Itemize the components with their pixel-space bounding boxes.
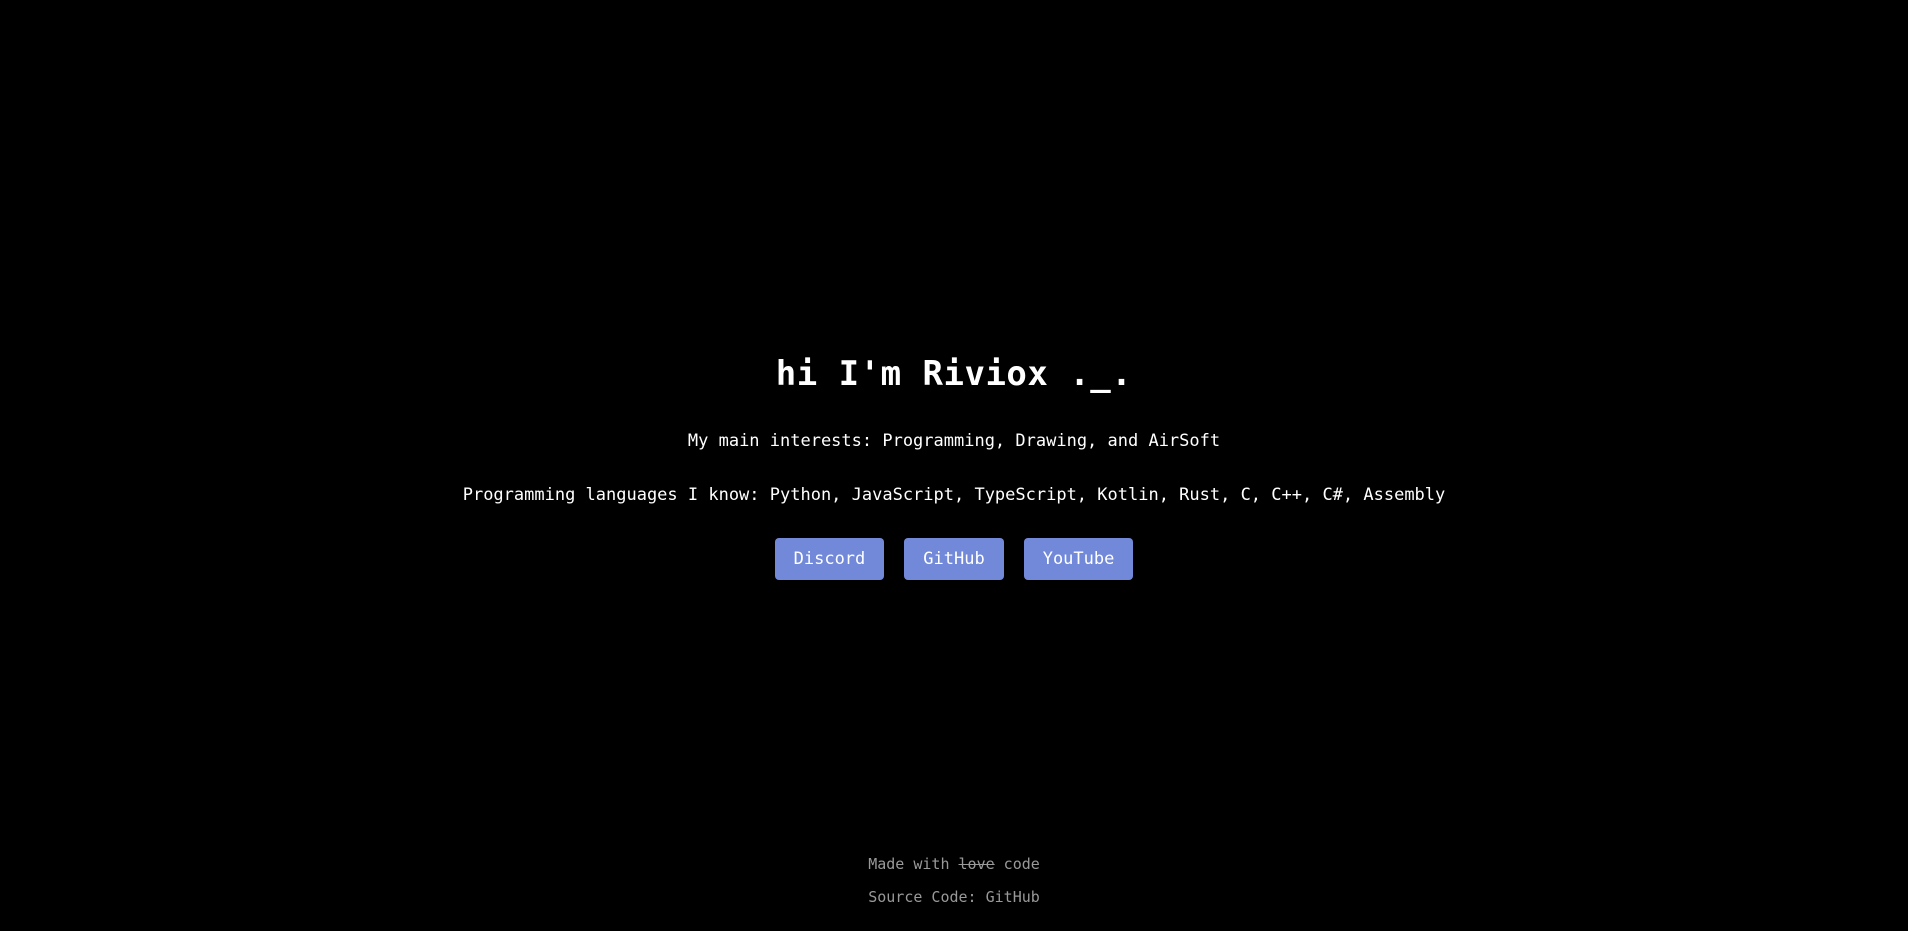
made-with-text: Made with love code <box>0 852 1908 876</box>
languages-text: Programming languages I know: Python, Ja… <box>462 485 1446 505</box>
made-with-suffix: code <box>994 855 1040 873</box>
github-button[interactable]: GitHub <box>904 538 1004 580</box>
struck-word: love <box>958 855 995 873</box>
discord-button[interactable]: Discord <box>774 538 885 580</box>
social-buttons: Discord GitHub YouTube <box>0 538 1908 580</box>
source-code-link[interactable]: GitHub <box>986 888 1040 906</box>
hero-section: hi I'm Riviox ._. My main interests: Pro… <box>0 350 1908 580</box>
source-code-text: Source Code: GitHub <box>0 885 1908 909</box>
youtube-button[interactable]: YouTube <box>1023 538 1134 580</box>
source-code-label: Source Code: <box>868 888 986 906</box>
interests-text: My main interests: Programming, Drawing,… <box>687 431 1221 451</box>
made-with-prefix: Made with <box>868 855 959 873</box>
page-title: hi I'm Riviox ._. <box>775 354 1133 394</box>
page: hi I'm Riviox ._. My main interests: Pro… <box>0 0 1908 931</box>
footer: Made with love code Source Code: GitHub <box>0 852 1908 909</box>
